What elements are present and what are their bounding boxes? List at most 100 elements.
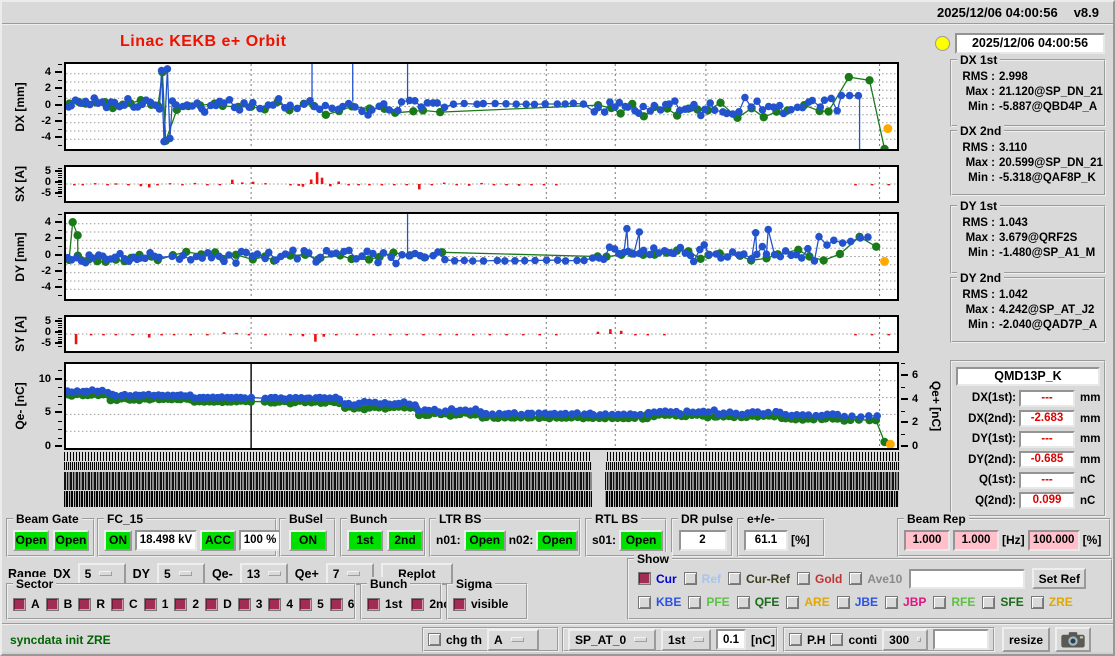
right-axis-tick-mark — [901, 445, 908, 447]
axis-minor-tick — [58, 112, 62, 114]
show-checkbox-are[interactable] — [786, 595, 800, 609]
beam-rep-field-1[interactable]: 1.000 — [904, 529, 950, 551]
dr-pulse-label: DR pulse — [678, 512, 737, 526]
sector-item: A — [13, 597, 40, 611]
fc15-on-button[interactable]: ON — [104, 529, 132, 551]
fc15-kv-field[interactable]: 18.498 kV — [135, 529, 197, 551]
sigma-label: Sigma — [453, 577, 496, 591]
extra-field[interactable] — [933, 629, 990, 650]
show-checkbox-cur-ref[interactable] — [728, 572, 742, 585]
range-select-dx[interactable]: 5 — [77, 562, 126, 585]
axis-minor-tick — [58, 279, 62, 281]
sector-checkbox-c[interactable] — [111, 597, 125, 611]
axis-minor-tick — [58, 329, 62, 331]
show-checkbox-ref[interactable] — [683, 572, 697, 585]
bunch-button-2nd[interactable]: 2nd — [387, 529, 423, 551]
fc15-percent-field[interactable]: 100 % — [239, 529, 281, 551]
points-select[interactable]: 300 — [882, 628, 929, 651]
set-ref-button[interactable]: Set Ref — [1032, 568, 1087, 589]
sx-steering-plot[interactable] — [66, 167, 897, 201]
show-checkbox-cur[interactable] — [638, 572, 651, 585]
bunch-select[interactable]: 1st — [661, 628, 711, 651]
axis-tick-mark — [55, 87, 62, 90]
charge-plot[interactable] — [66, 364, 897, 448]
bunch-button-1st[interactable]: 1st — [347, 529, 383, 551]
axis-tick-mark — [55, 136, 62, 139]
fc15-acc-button[interactable]: ACC — [200, 529, 236, 551]
sigma-checkbox-visible[interactable] — [453, 597, 466, 611]
bunch-checkbox-1st[interactable] — [367, 597, 380, 611]
show-checkbox-rfe[interactable] — [933, 595, 947, 609]
bunch-checkbox-2nd[interactable] — [411, 597, 425, 611]
threshold-field[interactable]: 0.1 — [716, 629, 746, 650]
sector-checkbox-d[interactable] — [205, 597, 219, 611]
axis-tick-mark — [55, 220, 62, 223]
show-checkbox-ave10[interactable] — [849, 572, 863, 585]
show-checkbox-zre[interactable] — [1030, 595, 1044, 609]
e-ratio-field[interactable]: 61.1 — [744, 529, 788, 551]
app-window: 2025/12/06 04:00:56 v8.9 Linac KEKB e+ O… — [0, 0, 1115, 656]
beam-rep-field-2[interactable]: 1.000 — [953, 529, 999, 551]
sector-checkbox-a[interactable] — [13, 597, 26, 611]
threshold-select[interactable]: A — [487, 628, 539, 651]
sector-checkbox-3[interactable] — [237, 597, 251, 611]
conti-checkbox[interactable] — [830, 633, 844, 646]
sector-checkbox-5[interactable] — [299, 597, 313, 611]
show-checkbox-qfe[interactable] — [736, 595, 750, 609]
e-ratio-label: e+/e- — [744, 512, 778, 526]
sector-checkbox-1[interactable] — [143, 597, 157, 611]
busel-on-button[interactable]: ON — [289, 529, 327, 551]
show-item: Cur — [638, 572, 677, 586]
beam-gate-open-button-2[interactable]: Open — [53, 529, 89, 551]
sector-checkbox-b[interactable] — [45, 597, 59, 611]
show-checkbox-jbe[interactable] — [836, 595, 850, 609]
show-checkbox-sfe[interactable] — [982, 595, 996, 609]
sector-item: D — [205, 597, 232, 611]
sector-checkbox-4[interactable] — [268, 597, 282, 611]
axis-minor-tick — [58, 229, 62, 231]
dropdown-indicator — [917, 637, 922, 642]
ph-checkbox[interactable] — [789, 633, 802, 646]
dx-orbit-plot[interactable] — [66, 64, 897, 149]
bpm-detail-value: -0.685 — [1019, 451, 1075, 469]
beam-gate-label: Beam Gate — [13, 512, 82, 526]
bpm-detail-row: Q(2nd): 0.099 nC — [956, 491, 1100, 512]
show-checkbox-jbp[interactable] — [885, 595, 899, 609]
window-bottom-edge — [2, 652, 1113, 654]
qe-axis-ticks: 10 5 0 — [2, 362, 64, 452]
show-checkbox-gold[interactable] — [797, 572, 811, 585]
chg-th-checkbox[interactable] — [428, 633, 441, 646]
show-item: Ave10 — [849, 572, 902, 586]
beam-rep-percent-field[interactable]: 100.000 — [1027, 529, 1080, 551]
e-ratio-group: e+/e- 61.1 [%] — [737, 512, 825, 557]
dy-orbit-plot[interactable] — [66, 214, 897, 299]
bunch-item: 1st — [367, 597, 402, 611]
sector-checkbox-6[interactable] — [329, 597, 343, 611]
dr-pulse-field[interactable]: 2 — [678, 529, 727, 551]
range-select-qe[interactable]: 13 — [239, 562, 288, 585]
sector-checkbox-r[interactable] — [78, 597, 92, 611]
show-item: JBE — [836, 595, 878, 609]
axis-tick-mark — [55, 286, 62, 289]
bpm-detail-value: 0.099 — [1019, 492, 1075, 510]
show-item: Cur-Ref — [728, 572, 790, 586]
sector-checkbox-2[interactable] — [174, 597, 188, 611]
ltr-bs-button-n01[interactable]: Open — [463, 529, 506, 551]
ltr-bs-button-n02[interactable]: Open — [536, 529, 579, 551]
sector-label: R — [96, 597, 106, 611]
range-select-dy[interactable]: 5 — [156, 562, 205, 585]
ref-name-input[interactable] — [909, 568, 1026, 589]
show-label: Ave10 — [867, 571, 903, 586]
show-checkbox-kbe[interactable] — [638, 595, 651, 609]
sy-steering-plot[interactable] — [66, 317, 897, 351]
show-checkbox-pfe[interactable] — [688, 595, 702, 609]
axis-tick-label: 0 — [44, 248, 51, 261]
resize-button[interactable]: resize — [1002, 627, 1050, 652]
right-axis-minor-tick — [901, 386, 905, 388]
sector-item: R — [78, 597, 105, 611]
beam-gate-open-button-1[interactable]: Open — [13, 529, 49, 551]
bpm-select[interactable]: SP_AT_0 — [568, 628, 656, 651]
rtl-bs-button-s01[interactable]: Open — [619, 529, 664, 551]
axis-tick-label: -5 — [41, 187, 51, 200]
screenshot-button[interactable] — [1055, 627, 1091, 652]
